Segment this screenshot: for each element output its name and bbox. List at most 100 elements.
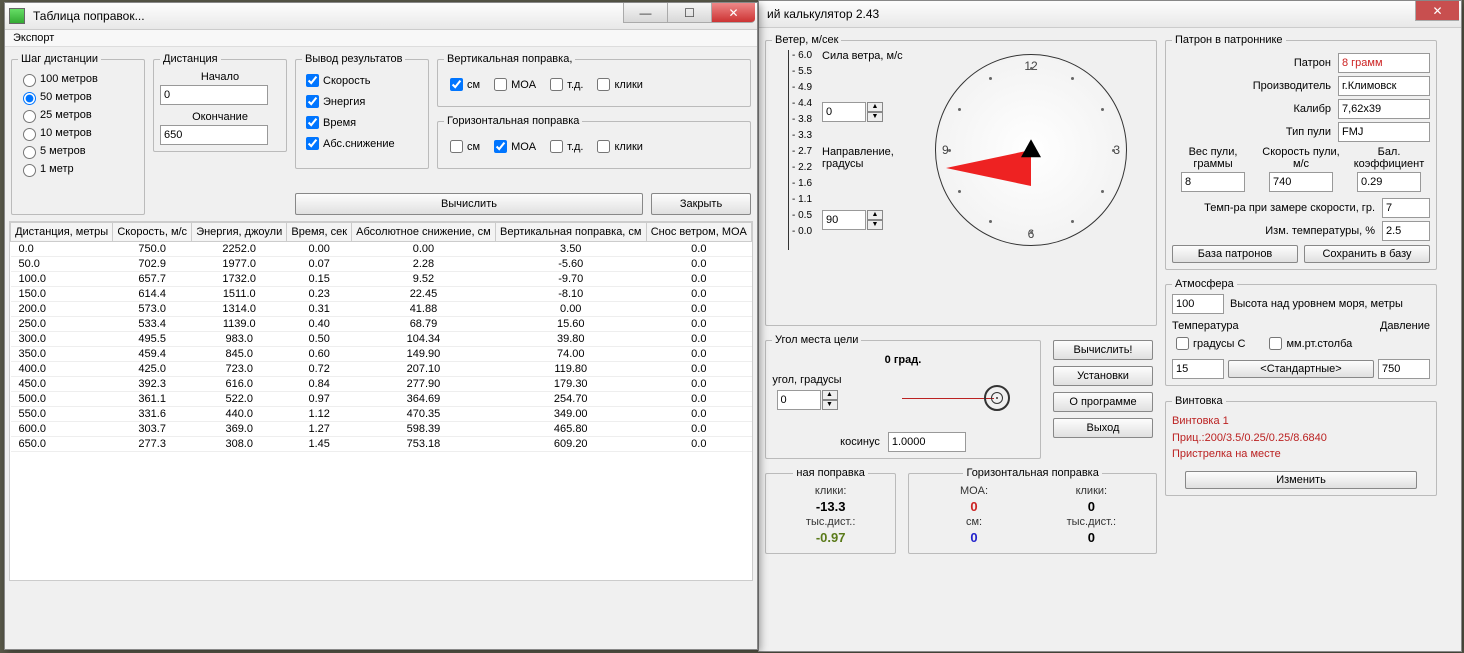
- step-radio-0[interactable]: 100 метров: [18, 71, 138, 87]
- up-icon[interactable]: ▲: [867, 210, 883, 220]
- down-icon[interactable]: ▼: [822, 400, 838, 410]
- speed-input[interactable]: [1269, 172, 1333, 192]
- table-row[interactable]: 400.0425.0723.00.72207.10119.800.0: [11, 362, 752, 377]
- patron-label: Патрон: [1172, 57, 1334, 69]
- down-icon[interactable]: ▼: [867, 220, 883, 230]
- c-dtemp-input[interactable]: [1382, 221, 1430, 241]
- wind-force-spin[interactable]: ▲▼: [822, 102, 883, 122]
- wind-clock[interactable]: 12 3 6 9: [935, 54, 1127, 246]
- rifle-edit-button[interactable]: Изменить: [1185, 471, 1417, 489]
- patron-input[interactable]: [1338, 53, 1430, 73]
- horz-opts-0[interactable]: см: [446, 137, 480, 156]
- weight-input[interactable]: [1181, 172, 1245, 192]
- bullet-type-input[interactable]: [1338, 122, 1430, 142]
- table-row[interactable]: 300.0495.5983.00.50104.3439.800.0: [11, 332, 752, 347]
- minimize-button[interactable]: —: [623, 3, 667, 23]
- horz-opts-3[interactable]: клики: [593, 137, 642, 156]
- step-radio-5[interactable]: 1 метр: [18, 161, 138, 177]
- table-row[interactable]: 450.0392.3616.00.84277.90179.300.0: [11, 377, 752, 392]
- down-icon[interactable]: ▼: [867, 112, 883, 122]
- table-row[interactable]: 200.0573.01314.00.3141.880.000.0: [11, 302, 752, 317]
- fs-atmo: Атмосфера Высота над уровнем моря, метры…: [1165, 278, 1437, 386]
- table-row[interactable]: 50.0702.91977.00.072.28-5.600.0: [11, 257, 752, 272]
- close-button[interactable]: ✕: [711, 3, 755, 23]
- table-row[interactable]: 150.0614.41511.00.2322.45-8.100.0: [11, 287, 752, 302]
- vert-opts-3[interactable]: клики: [593, 75, 642, 94]
- table-row[interactable]: 650.0277.3308.01.45753.18609.200.0: [11, 437, 752, 452]
- wind-ruler: - 6.0 - 5.5 - 4.9 - 4.4 - 3.8 - 3.3 - 2.…: [772, 50, 822, 250]
- end-input[interactable]: [160, 125, 268, 145]
- wind-dir-input[interactable]: [822, 210, 866, 230]
- db-button[interactable]: База патронов: [1172, 245, 1298, 263]
- clock-tick-icon: [1071, 77, 1074, 80]
- output-check-0[interactable]: Скорость: [302, 71, 422, 90]
- step-legend: Шаг дистанции: [18, 53, 101, 65]
- caliber-input[interactable]: [1338, 99, 1430, 119]
- hc-l1: MOA:: [915, 485, 1032, 497]
- maximize-button[interactable]: ☐: [667, 3, 711, 23]
- save-db-button[interactable]: Сохранить в базу: [1304, 245, 1430, 263]
- left-calc-button[interactable]: Вычислить: [295, 193, 643, 215]
- about-button[interactable]: О программе: [1053, 392, 1153, 412]
- start-input[interactable]: [160, 85, 268, 105]
- temp-input[interactable]: [1172, 359, 1224, 379]
- up-icon[interactable]: ▲: [822, 390, 838, 400]
- table-row[interactable]: 0.0750.02252.00.000.003.500.0: [11, 242, 752, 257]
- table-row[interactable]: 350.0459.4845.00.60149.9074.000.0: [11, 347, 752, 362]
- alt-input[interactable]: [1172, 294, 1224, 314]
- c-temp-input[interactable]: [1382, 198, 1430, 218]
- output-check-1[interactable]: Энергия: [302, 92, 422, 111]
- col-header[interactable]: Время, сек: [287, 223, 352, 242]
- table-row[interactable]: 500.0361.1522.00.97364.69254.700.0: [11, 392, 752, 407]
- col-header[interactable]: Дистанция, метры: [11, 223, 113, 242]
- col-header[interactable]: Вертикальная поправка, см: [495, 223, 646, 242]
- pres-input[interactable]: [1378, 359, 1430, 379]
- exit-button[interactable]: Выход: [1053, 418, 1153, 438]
- table-row[interactable]: 600.0303.7369.01.27598.39465.800.0: [11, 422, 752, 437]
- temp-unit-check[interactable]: градусы С: [1172, 334, 1245, 353]
- bc-input[interactable]: [1357, 172, 1421, 192]
- step-radio-1[interactable]: 50 метров: [18, 89, 138, 105]
- rifle-line1: Винтовка 1: [1172, 414, 1430, 429]
- wind-dir-spin[interactable]: ▲▼: [822, 210, 883, 230]
- atmo-legend: Атмосфера: [1172, 278, 1237, 290]
- right-close-button[interactable]: ✕: [1415, 1, 1459, 21]
- vert-opts-0[interactable]: см: [446, 75, 480, 94]
- horz-opts-1[interactable]: MOA: [490, 137, 536, 156]
- pres-unit-check[interactable]: мм.рт.столба: [1265, 334, 1352, 353]
- col-header[interactable]: Снос ветром, MOA: [646, 223, 751, 242]
- wind-force-input[interactable]: [822, 102, 866, 122]
- hc-l2: см:: [915, 516, 1032, 528]
- table-row[interactable]: 100.0657.71732.00.159.52-9.700.0: [11, 272, 752, 287]
- vert-opts-1[interactable]: MOA: [490, 75, 536, 94]
- manuf-label: Производитель: [1172, 80, 1334, 92]
- menu-export[interactable]: Экспорт: [13, 32, 54, 44]
- col-header[interactable]: Абсолютное снижение, см: [352, 223, 496, 242]
- step-radio-3[interactable]: 10 метров: [18, 125, 138, 141]
- output-check-3[interactable]: Абс.снижение: [302, 134, 422, 153]
- step-radio-2[interactable]: 25 метров: [18, 107, 138, 123]
- output-check-2[interactable]: Время: [302, 113, 422, 132]
- rifle-line3: Пристрелка на месте: [1172, 447, 1430, 462]
- cos-label: косинус: [840, 436, 880, 448]
- table-row[interactable]: 550.0331.6440.01.12470.35349.000.0: [11, 407, 752, 422]
- clock-tick-icon: [1030, 231, 1033, 234]
- cartridge-legend: Патрон в патроннике: [1172, 34, 1286, 46]
- angle-input[interactable]: [777, 390, 821, 410]
- horz-opts-2[interactable]: т.д.: [546, 137, 583, 156]
- up-icon[interactable]: ▲: [867, 102, 883, 112]
- fs-output: Вывод результатов СкоростьЭнергияВремяАб…: [295, 53, 429, 169]
- col-header[interactable]: Скорость, м/с: [113, 223, 192, 242]
- vert-opts-2[interactable]: т.д.: [546, 75, 583, 94]
- std-button[interactable]: <Стандартные>: [1228, 360, 1374, 378]
- col-header[interactable]: Энергия, джоули: [192, 223, 287, 242]
- angle-spin[interactable]: ▲▼: [777, 390, 838, 410]
- step-radio-4[interactable]: 5 метров: [18, 143, 138, 159]
- manuf-input[interactable]: [1338, 76, 1430, 96]
- left-titlebar: Таблица поправок... — ☐ ✕: [5, 3, 757, 30]
- table-row[interactable]: 250.0533.41139.00.4068.7915.600.0: [11, 317, 752, 332]
- settings-button[interactable]: Установки: [1053, 366, 1153, 386]
- distance-legend: Дистанция: [160, 53, 221, 65]
- calc-button[interactable]: Вычислить!: [1053, 340, 1153, 360]
- left-close-button[interactable]: Закрыть: [651, 193, 751, 215]
